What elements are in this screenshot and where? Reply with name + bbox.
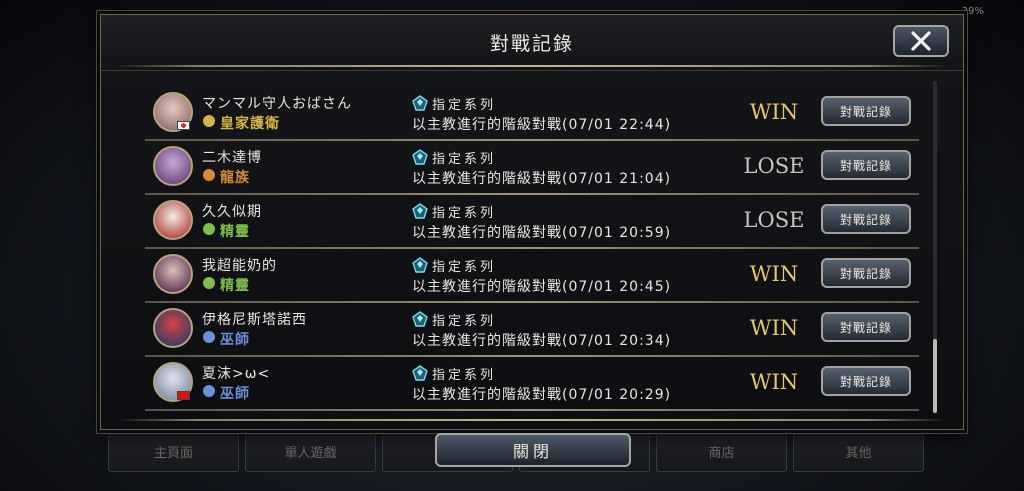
scroll-thumb[interactable] [933, 339, 937, 413]
class-icon [203, 277, 215, 289]
view-record-button[interactable]: 對戰記錄 [821, 150, 911, 180]
view-record-button[interactable]: 對戰記錄 [821, 96, 911, 126]
class-name: 巫師 [220, 332, 250, 348]
flag-icon [177, 391, 190, 400]
player-name: 二木達博 [202, 150, 262, 166]
class-name: 精靈 [220, 224, 250, 240]
class-name: 精靈 [220, 278, 250, 294]
view-record-button[interactable]: 對戰記錄 [821, 366, 911, 396]
format-label: 指定系列 [432, 152, 497, 167]
player-name: マンマル守人おばさん [202, 96, 352, 112]
nav-solo: 單人遊戲 [245, 430, 376, 472]
gem-icon [412, 203, 428, 219]
close-icon [911, 31, 931, 51]
gem-icon [412, 365, 428, 381]
nav-home: 主頁面 [108, 430, 239, 472]
player-name: 久久似期 [202, 204, 262, 220]
divider [115, 419, 949, 421]
class-name: 龍族 [220, 170, 250, 186]
class-icon [203, 331, 215, 343]
divider [115, 65, 949, 67]
class-icon [203, 169, 215, 181]
match-row: 久久似期 精靈 指定系列 以主教進行的階級對戰(07/01 20:59) LOS… [145, 195, 919, 249]
match-row: 二木達博 龍族 指定系列 以主教進行的階級對戰(07/01 21:04) LOS… [145, 141, 919, 195]
class-name: 巫師 [220, 386, 250, 402]
match-row: 夏沫>ω< 巫師 指定系列 以主教進行的階級對戰(07/01 20:29) WI… [145, 357, 919, 411]
avatar [153, 146, 193, 186]
avatar [153, 254, 193, 294]
mode-time: 以主教進行的階級對戰(07/01 20:34) [412, 333, 672, 349]
gem-icon [412, 149, 428, 165]
result-label: WIN [749, 262, 799, 286]
class-icon [203, 385, 215, 397]
match-row: マンマル守人おばさん 皇家護衛 指定系列 以主教進行的階級對戰(07/01 22… [145, 87, 919, 141]
result-label: LOSE [743, 208, 805, 232]
japan-flag-icon [177, 121, 190, 130]
nav-shop: 商店 [656, 430, 787, 472]
player-name: 我超能奶的 [202, 258, 277, 274]
mode-time: 以主教進行的階級對戰(07/01 21:04) [412, 171, 672, 187]
player-name: 伊格尼斯塔諾西 [202, 312, 307, 328]
close-dialog-button[interactable]: 關閉 [435, 433, 631, 467]
avatar [153, 200, 193, 240]
match-row: 伊格尼斯塔諾西 巫師 指定系列 以主教進行的階級對戰(07/01 20:34) … [145, 303, 919, 357]
dialog-header: 對戰記錄 [101, 15, 963, 71]
format-label: 指定系列 [432, 260, 497, 275]
mode-time: 以主教進行的階級對戰(07/01 20:29) [412, 387, 672, 403]
gem-icon [412, 95, 428, 111]
view-record-button[interactable]: 對戰記錄 [821, 312, 911, 342]
view-record-button[interactable]: 對戰記錄 [821, 204, 911, 234]
result-label: WIN [749, 370, 799, 394]
player-name: 夏沫>ω< [202, 366, 271, 382]
gem-icon [412, 311, 428, 327]
dialog-title: 對戰記錄 [489, 33, 574, 55]
match-history-dialog: 對戰記錄 マンマル守人おばさん 皇家護衛 指定系列 以主教進行的階級對戰(07/… [100, 14, 964, 467]
mode-time: 以主教進行的階級對戰(07/01 20:59) [412, 225, 672, 241]
mode-time: 以主教進行的階級對戰(07/01 22:44) [412, 117, 672, 133]
avatar [153, 308, 193, 348]
format-label: 指定系列 [432, 206, 497, 221]
close-button[interactable] [893, 25, 949, 57]
format-label: 指定系列 [432, 368, 497, 383]
class-icon [203, 115, 215, 127]
view-record-button[interactable]: 對戰記錄 [821, 258, 911, 288]
match-row: 我超能奶的 精靈 指定系列 以主教進行的階級對戰(07/01 20:45) WI… [145, 249, 919, 303]
class-icon [203, 223, 215, 235]
battery-indicator: 39% [961, 6, 984, 17]
format-label: 指定系列 [432, 314, 497, 329]
result-label: WIN [749, 316, 799, 340]
result-label: LOSE [743, 154, 805, 178]
gem-icon [412, 257, 428, 273]
row-divider [145, 409, 919, 411]
nav-other: 其他 [793, 430, 924, 472]
class-name: 皇家護衛 [220, 116, 280, 132]
mode-time: 以主教進行的階級對戰(07/01 20:45) [412, 279, 672, 295]
result-label: WIN [749, 100, 799, 124]
scrollbar[interactable] [933, 81, 937, 413]
format-label: 指定系列 [432, 98, 497, 113]
